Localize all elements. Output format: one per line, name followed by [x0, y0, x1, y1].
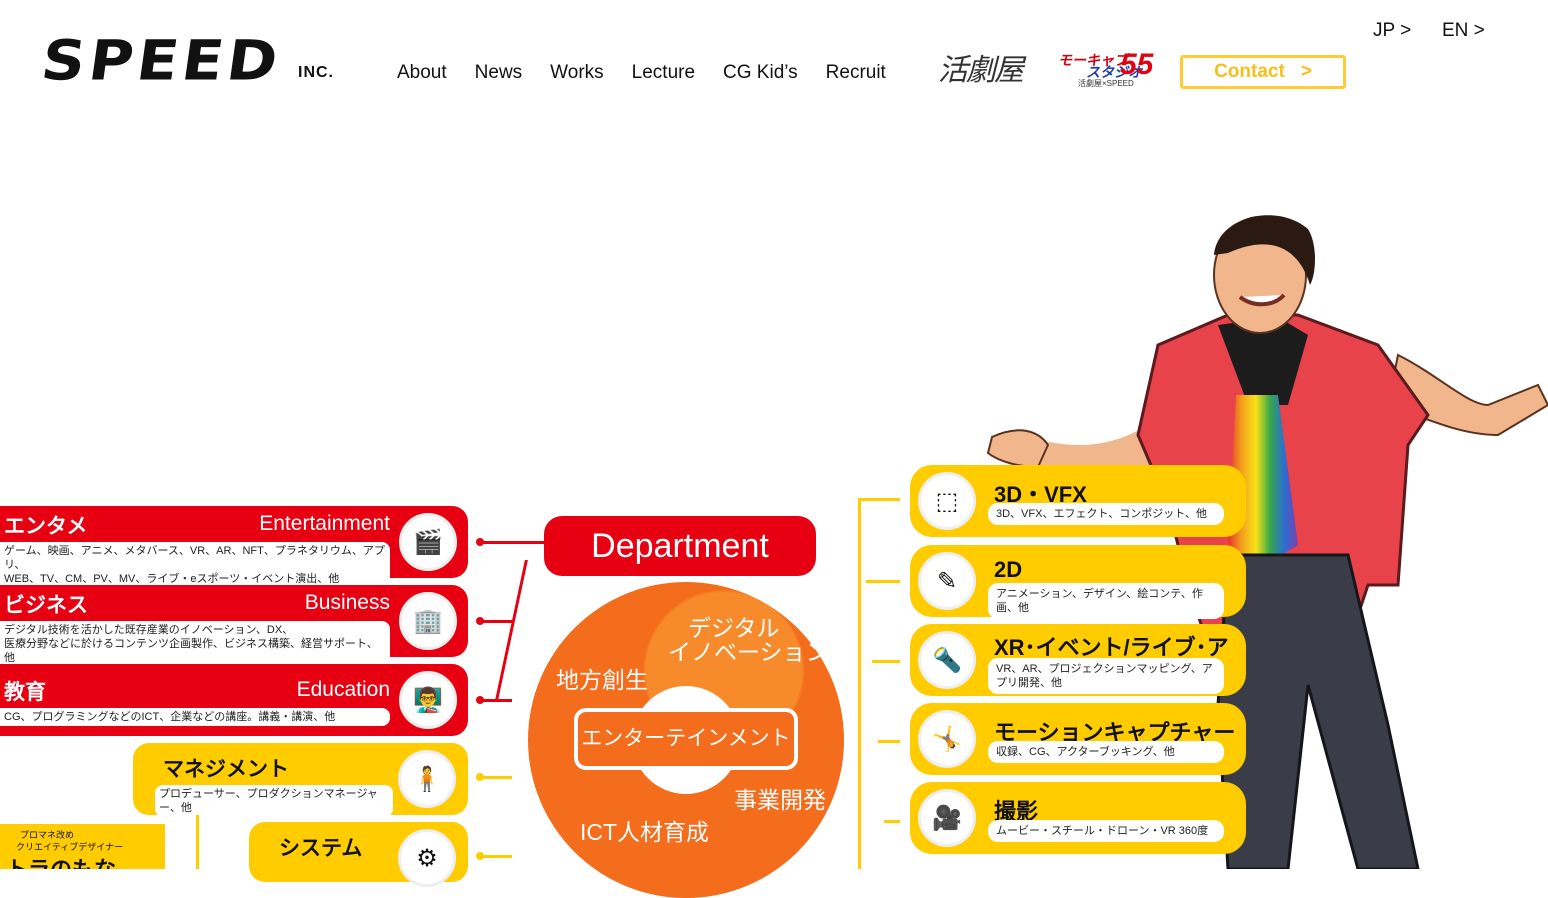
- service-shooting-desc: ムービー・スチール・ドローン・VR 360度: [988, 820, 1224, 842]
- service-motion-capture[interactable]: 🤸 モーションキャプチャー 収録、CG、アクターブッキング、他: [910, 703, 1246, 775]
- mocap-studio-logo[interactable]: モーキャプ スタジオ 55 活劇屋×SPEED: [1056, 48, 1154, 90]
- nav-lecture[interactable]: Lecture: [632, 61, 695, 85]
- entertainment-center: エンターテインメント: [574, 708, 798, 770]
- logo-text: SPEED: [37, 28, 286, 94]
- stage-light-icon: 🔦: [918, 631, 976, 689]
- connector-line: [480, 620, 512, 623]
- connector-line: [858, 498, 900, 501]
- promo-line3: トラのもな: [6, 852, 116, 869]
- connector-line: [878, 740, 900, 743]
- business-desc-line1: デジタル技術を活かした既存産業のイノベーション、DX、: [4, 624, 294, 636]
- person-icon: 🧍: [398, 750, 456, 808]
- cube-icon: ⬚: [918, 472, 976, 530]
- service-2d[interactable]: ✎ 2D アニメーション、デザイン、絵コンテ、作画、他: [910, 545, 1246, 619]
- entertainment-desc: ゲーム、映画、アニメ、メタバース、VR、AR、NFT、プラネタリウム、アプリ、 …: [0, 542, 390, 588]
- education-en: Education: [296, 678, 390, 701]
- business-desc-line2: 医療分野などに於けるコンテンツ企画製作、ビジネス構築、経営サポート、他: [4, 638, 378, 664]
- connector-line: [884, 820, 900, 823]
- service-xr[interactable]: 🔦 XR･イベント/ライブ･アプリ開発 VR、AR、プロジェクションマッピング、…: [910, 624, 1246, 696]
- service-3d-vfx-desc: 3D、VFX、エフェクト、コンポジット、他: [988, 503, 1224, 525]
- department-title: Department: [544, 516, 816, 576]
- nav-news[interactable]: News: [475, 61, 523, 85]
- service-xr-desc: VR、AR、プロジェクションマッピング、アプリ開発、他: [988, 658, 1224, 694]
- entertainment-desc-line1: ゲーム、映画、アニメ、メタバース、VR、AR、NFT、プラネタリウム、アプリ、: [4, 545, 385, 571]
- management-title: マネジメント: [163, 758, 289, 781]
- logo-suffix: INC.: [298, 64, 334, 81]
- connector-line: [858, 498, 861, 869]
- connector-line: [480, 541, 544, 544]
- connector-line: [866, 580, 900, 583]
- service-mocap-desc: 収録、CG、アクターブッキング、他: [988, 741, 1224, 763]
- lang-en-link[interactable]: EN >: [1442, 20, 1485, 42]
- ring-label-digital: デジタル: [688, 615, 780, 641]
- management-desc: プロデューサー、プロダクションマネージャー、他: [155, 785, 393, 817]
- system-title: システム: [279, 837, 363, 860]
- business-jp: ビジネス: [4, 594, 88, 617]
- education-jp: 教育: [4, 681, 46, 704]
- dept-management[interactable]: マネジメント プロデューサー、プロダクションマネージャー、他 🧍: [133, 743, 468, 817]
- ring-label-regional: 地方創生: [556, 667, 648, 693]
- education-desc: CG、プログラミングなどのICT、企業などの講座。講義・講演、他: [0, 708, 390, 726]
- nav-cg-kids[interactable]: CG Kid’s: [723, 61, 798, 85]
- kagekiya-logo[interactable]: 活劇屋: [938, 52, 1024, 90]
- film-reel-icon: 🎬: [399, 513, 457, 571]
- contact-arrow: >: [1300, 61, 1312, 82]
- connector-dot: [476, 696, 484, 704]
- entertainment-desc-line2: WEB、TV、CM、PV、MV、ライブ・eスポーツ・イベント演出、他: [4, 573, 340, 585]
- dept-business[interactable]: ビジネス Business デジタル技術を活かした既存産業のイノベーション、DX…: [0, 585, 468, 667]
- service-3d-vfx[interactable]: ⬚ 3D・VFX 3D、VFX、エフェクト、コンポジット、他: [910, 465, 1246, 537]
- service-shooting[interactable]: 🎥 撮影 ムービー・スチール・ドローン・VR 360度: [910, 782, 1246, 854]
- connector-dot: [476, 538, 484, 546]
- main-nav: About News Works Lecture CG Kid’s Recrui…: [397, 61, 914, 85]
- connector-line: [872, 660, 900, 663]
- pen-icon: ✎: [918, 552, 976, 610]
- business-en: Business: [304, 591, 390, 614]
- ring-label-ict: ICT人材育成: [580, 819, 710, 845]
- lecture-icon: 👨‍🏫: [399, 671, 457, 729]
- entertainment-en: Entertainment: [259, 512, 390, 535]
- dept-education[interactable]: 教育 Education CG、プログラミングなどのICT、企業などの講座。講義…: [0, 664, 468, 736]
- dept-entertainment[interactable]: エンタメ Entertainment ゲーム、映画、アニメ、メタバース、VR、A…: [0, 506, 468, 588]
- business-desc: デジタル技術を活かした既存産業のイノベーション、DX、 医療分野などに於けるコン…: [0, 621, 390, 667]
- mocap-logo-small: 活劇屋×SPEED: [1078, 79, 1134, 88]
- speed-logo[interactable]: SPEED INC.: [37, 29, 342, 93]
- service-2d-desc: アニメーション、デザイン、絵コンテ、作画、他: [988, 583, 1224, 619]
- connector-line: [480, 855, 512, 858]
- service-2d-title: 2D: [994, 557, 1023, 582]
- connector-line: [480, 699, 512, 702]
- building-icon: 🏢: [399, 592, 457, 650]
- connector-dot: [476, 617, 484, 625]
- contact-button[interactable]: Contact >: [1180, 55, 1346, 89]
- monitor-icon: ⚙: [398, 829, 456, 887]
- nav-about[interactable]: About: [397, 61, 447, 85]
- contact-label: Contact: [1214, 61, 1285, 82]
- connector-dot: [476, 773, 484, 781]
- ring-label-innovation: イノベーション: [668, 639, 829, 665]
- connector-line: [196, 815, 199, 869]
- nav-recruit[interactable]: Recruit: [826, 61, 886, 85]
- promo-banner[interactable]: プロマネ改め クリエイティブデザイナー トラのもな: [0, 824, 165, 869]
- dept-system[interactable]: システム ⚙: [249, 822, 468, 887]
- mocap-logo-number: 55: [1120, 48, 1154, 81]
- connector-dot: [476, 852, 484, 860]
- nav-works[interactable]: Works: [550, 61, 603, 85]
- camera-icon: 🎥: [918, 789, 976, 847]
- connector-line: [495, 560, 528, 700]
- lang-jp-link[interactable]: JP >: [1373, 20, 1411, 42]
- connector-line: [480, 776, 512, 779]
- entertainment-jp: エンタメ: [4, 515, 88, 538]
- motion-capture-icon: 🤸: [918, 710, 976, 768]
- ring-label-business-dev: 事業開発: [734, 787, 826, 813]
